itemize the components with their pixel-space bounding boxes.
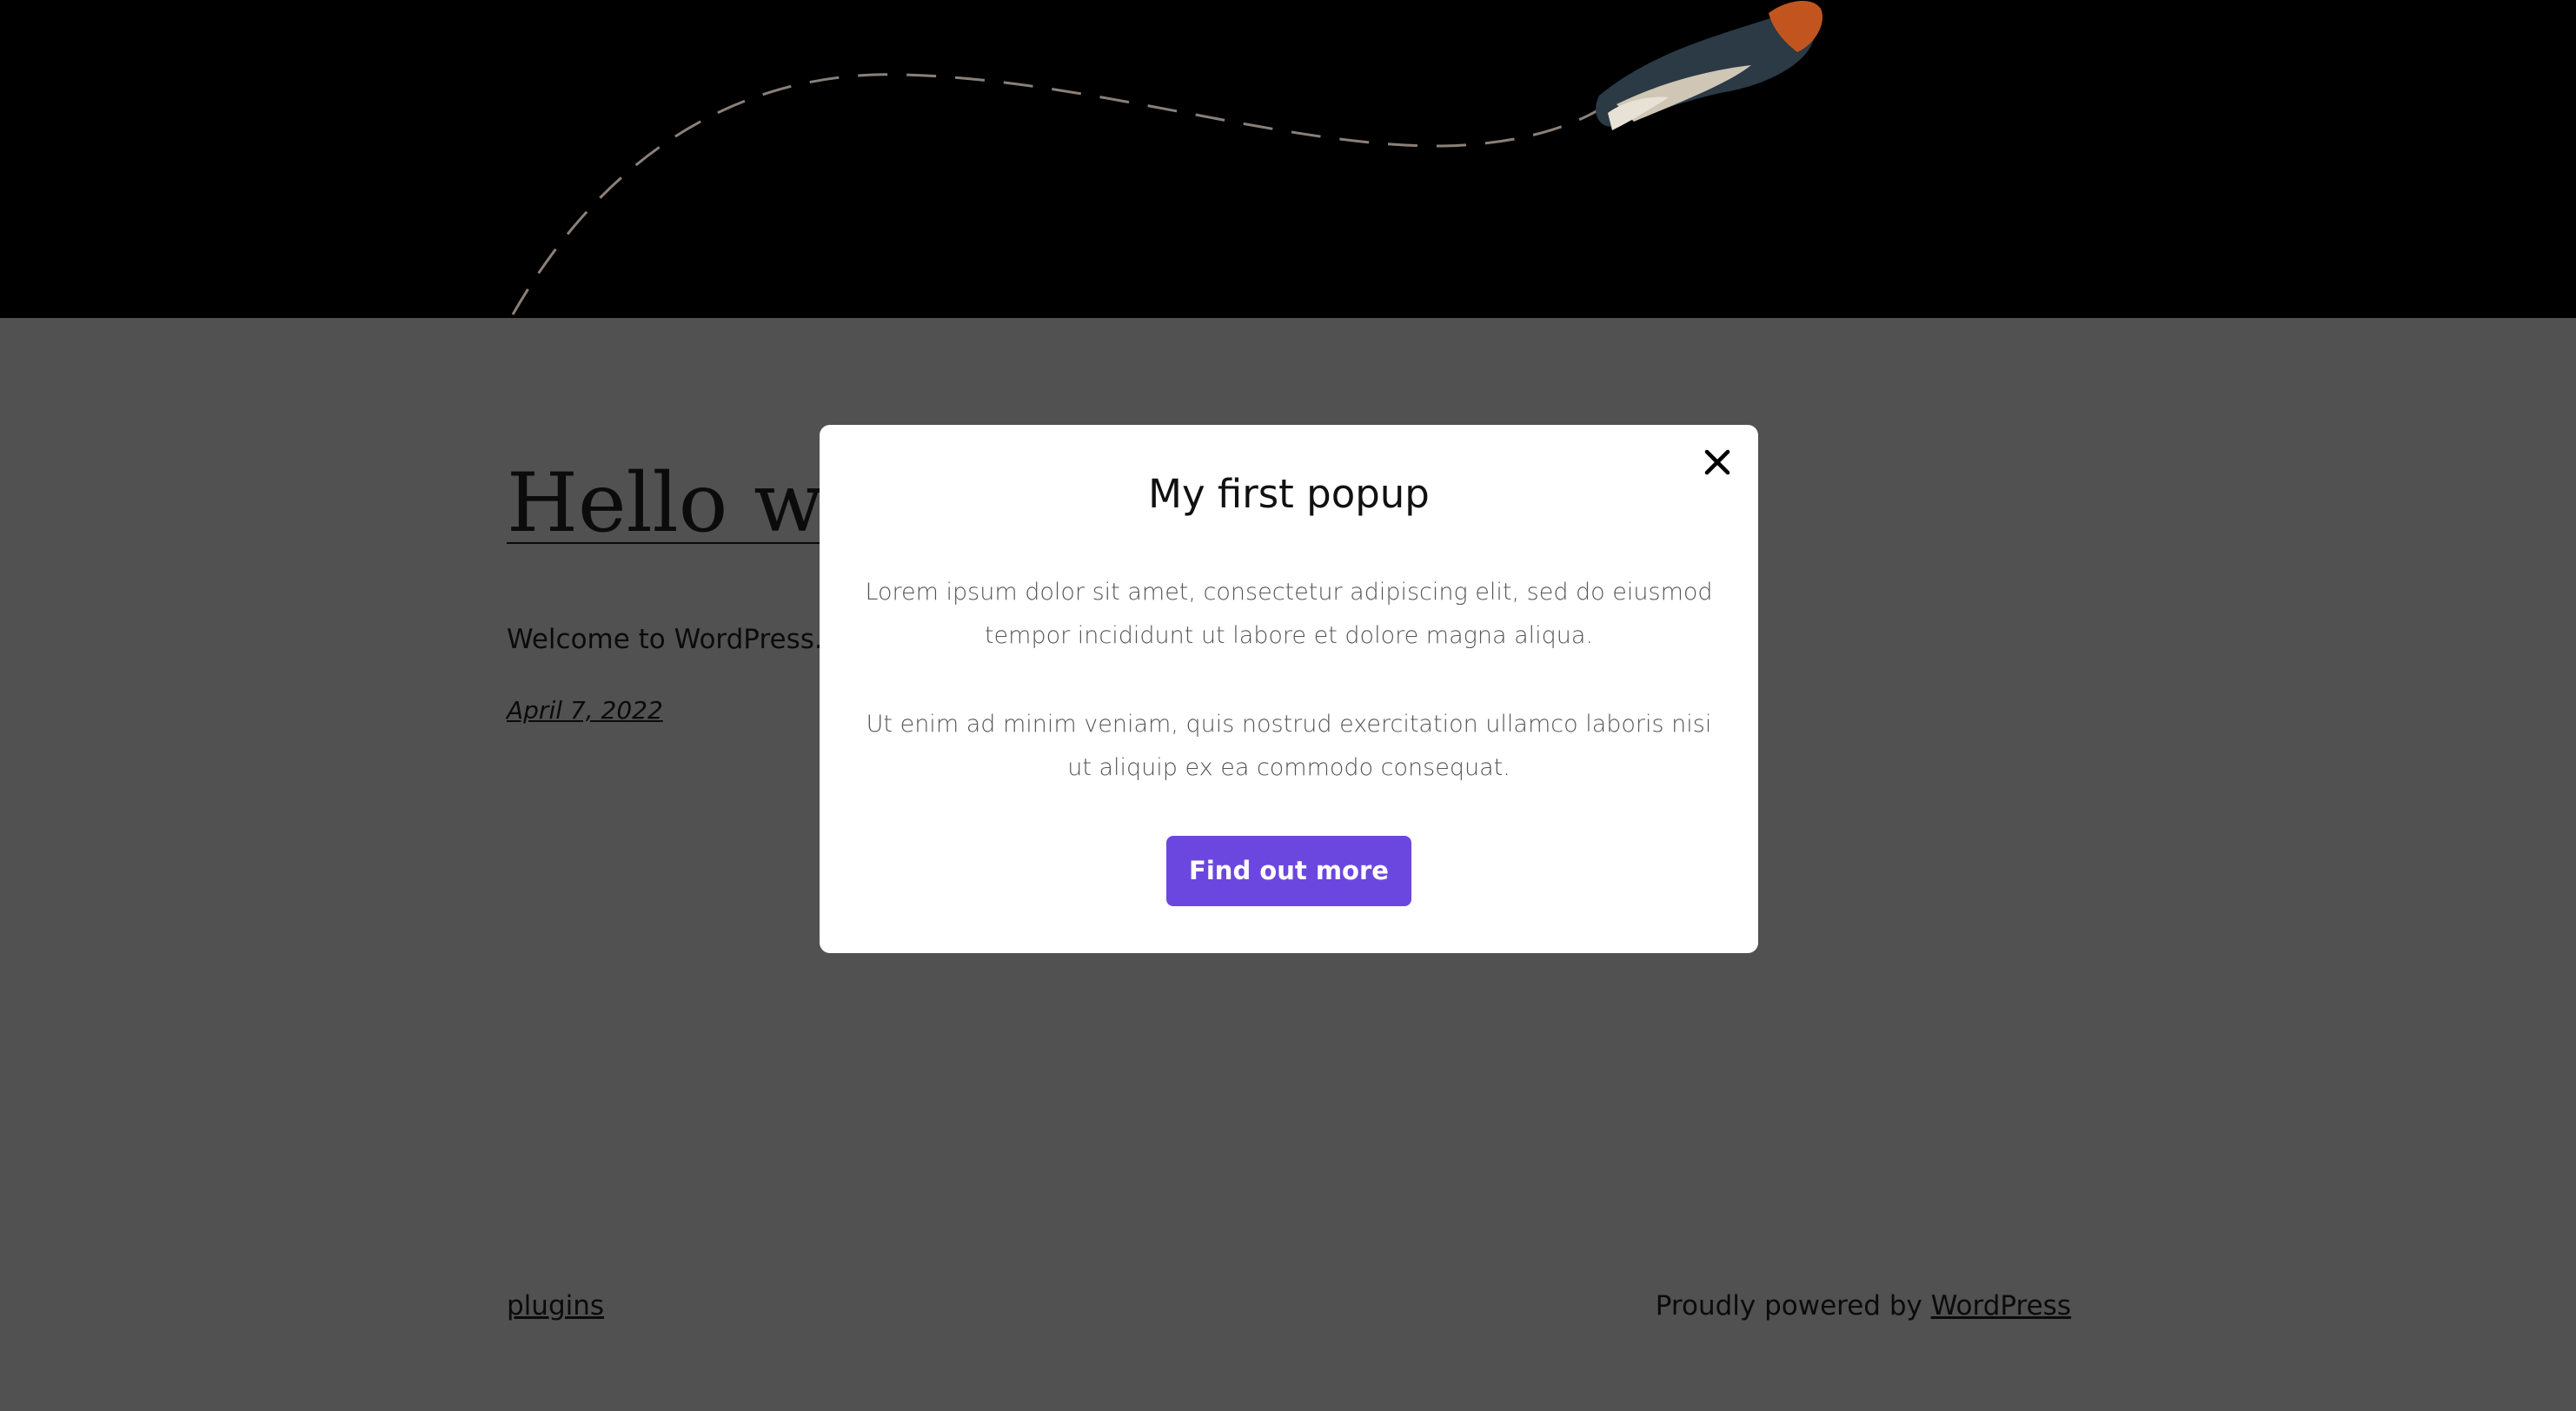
popup-title: My first popup xyxy=(1148,471,1430,517)
find-out-more-button[interactable]: Find out more xyxy=(1166,836,1411,906)
post-excerpt: Welcome to WordPress. T xyxy=(507,624,848,655)
header-illustration xyxy=(511,0,1822,315)
popup-paragraph-1: Lorem ipsum dolor sit amet, consectetur … xyxy=(865,579,1713,649)
site-header xyxy=(0,0,2576,318)
popup-paragraph-2: Ut enim ad minim veniam, quis nostrud ex… xyxy=(866,711,1712,781)
footer-credit-prefix: Proudly powered by xyxy=(1655,1290,1931,1322)
popup-modal: My first popup Lorem ipsum dolor sit ame… xyxy=(820,425,1758,953)
footer-plugins-link[interactable]: plugins xyxy=(507,1286,604,1326)
post-date-link[interactable]: April 7, 2022 xyxy=(507,692,663,730)
footer-credit: Proudly powered by WordPress xyxy=(1656,1286,2071,1326)
flight-path xyxy=(511,73,1609,315)
post-title-underline xyxy=(507,542,820,544)
footer-wordpress-link[interactable]: WordPress xyxy=(1931,1290,2071,1322)
bird-illustration xyxy=(1596,0,1822,130)
